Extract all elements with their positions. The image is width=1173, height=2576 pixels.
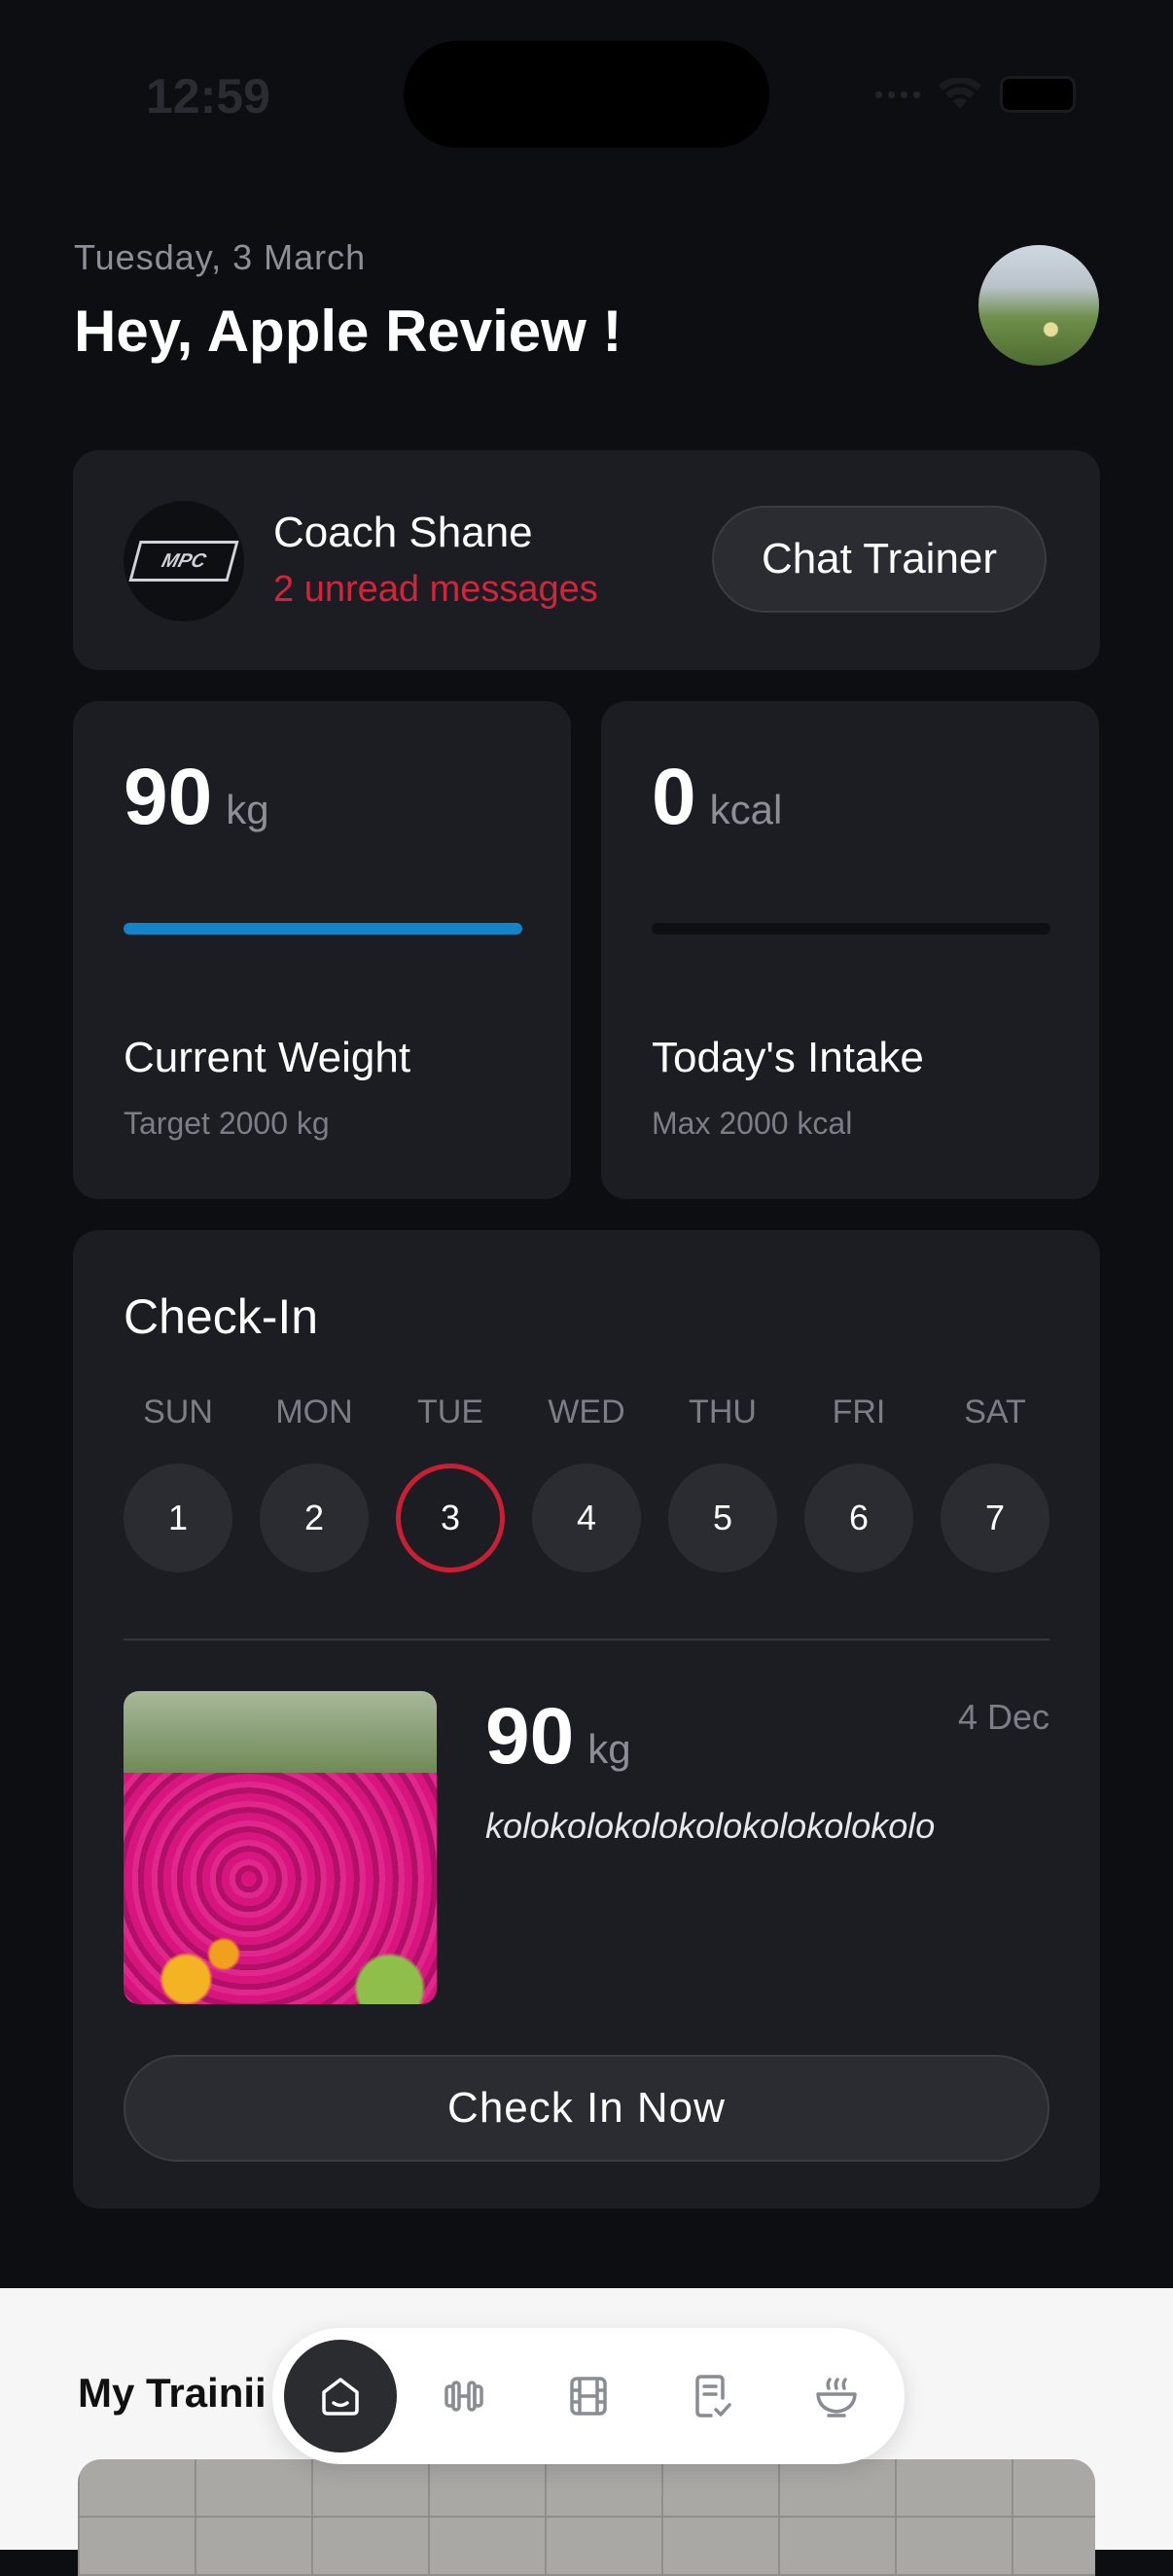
unread-messages: 2 unread messages [273, 569, 598, 610]
day-name: WED [548, 1394, 625, 1430]
intake-label: Today's Intake [652, 1034, 924, 1081]
weight-label: Current Weight [124, 1034, 411, 1081]
day-fri: FRI 6 [804, 1394, 913, 1572]
entry-weight-unit: kg [587, 1726, 631, 1772]
checkin-title: Check-In [124, 1289, 319, 1344]
wifi-icon [939, 78, 981, 109]
day-name: TUE [417, 1394, 483, 1430]
dynamic-island [404, 41, 769, 148]
checkin-card: Check-In SUN 1 MON 2 TUE 3 WED 4 THU 5 F… [73, 1230, 1100, 2208]
training-title: My Trainii [78, 2370, 267, 2416]
day-name: SUN [143, 1394, 213, 1430]
day-tue: TUE 3 [396, 1394, 505, 1572]
checklist-icon [694, 2375, 731, 2417]
header-date: Tuesday, 3 March [74, 237, 367, 277]
day-sun: SUN 1 [124, 1394, 232, 1572]
intake-max: Max 2000 kcal [652, 1106, 853, 1141]
page-title: Hey, Apple Review ! [74, 299, 622, 364]
week-calendar: SUN 1 MON 2 TUE 3 WED 4 THU 5 FRI 6 SAT … [124, 1394, 1049, 1572]
current-weight-card[interactable]: 90 kg Current Weight Target 2000 kg [73, 701, 571, 1199]
day-button[interactable]: 4 [532, 1464, 641, 1572]
day-name: THU [689, 1394, 757, 1430]
coach-card: MPC Coach Shane 2 unread messages Chat T… [73, 450, 1100, 670]
weight-progress-bar [124, 923, 522, 935]
chat-trainer-button[interactable]: Chat Trainer [712, 506, 1047, 613]
intake-value: 0 kcal [652, 752, 782, 843]
entry-weight-number: 90 [485, 1692, 575, 1781]
day-button-today[interactable]: 3 [396, 1464, 505, 1572]
tab-home[interactable] [284, 2340, 397, 2452]
checkin-entry-date: 4 Dec [957, 1697, 1049, 1737]
training-image[interactable] [78, 2459, 1095, 2576]
day-name: MON [275, 1394, 353, 1430]
film-icon [570, 2377, 607, 2416]
home-icon [322, 2378, 359, 2416]
tab-bar [272, 2328, 905, 2464]
tab-checklist[interactable] [657, 2340, 769, 2452]
tab-videos[interactable] [532, 2340, 645, 2452]
weight-progress-fill [124, 923, 522, 935]
divider [124, 1639, 1049, 1641]
day-sat: SAT 7 [941, 1394, 1049, 1572]
status-icons [875, 76, 1076, 113]
intake-number: 0 [652, 753, 696, 841]
coach-logo: MPC [124, 501, 244, 621]
day-button[interactable]: 6 [804, 1464, 913, 1572]
day-button[interactable]: 1 [124, 1464, 232, 1572]
day-wed: WED 4 [532, 1394, 641, 1572]
day-mon: MON 2 [260, 1394, 369, 1572]
signal-icon [875, 90, 920, 98]
day-button[interactable]: 5 [668, 1464, 777, 1572]
status-bar: 12:59 [0, 0, 1173, 194]
tab-workouts[interactable] [409, 2340, 521, 2452]
intake-unit: kcal [709, 787, 783, 832]
weight-target: Target 2000 kg [124, 1106, 330, 1141]
checkin-entry-weight: 90 kg [485, 1691, 631, 1782]
dumbbell-icon [444, 2381, 484, 2412]
day-button[interactable]: 7 [941, 1464, 1049, 1572]
weight-unit: kg [226, 787, 269, 832]
todays-intake-card[interactable]: 0 kcal Today's Intake Max 2000 kcal [601, 701, 1099, 1199]
day-name: SAT [964, 1394, 1026, 1430]
intake-progress-bar [652, 923, 1050, 935]
weight-number: 90 [124, 753, 213, 841]
checkin-entry-note: kolokolokolokolokolokolokolo [485, 1806, 936, 1846]
coach-name: Coach Shane [273, 509, 533, 556]
day-button[interactable]: 2 [260, 1464, 369, 1572]
coach-logo-text: MPC [128, 541, 239, 582]
check-in-now-button[interactable]: Check In Now [124, 2055, 1049, 2162]
day-thu: THU 5 [668, 1394, 777, 1572]
day-name: FRI [832, 1394, 886, 1430]
photo-foliage [124, 1691, 437, 1773]
weight-value: 90 kg [124, 752, 269, 843]
status-time: 12:59 [146, 69, 270, 124]
tab-nutrition[interactable] [780, 2340, 893, 2452]
battery-icon [1000, 76, 1076, 113]
bowl-icon [816, 2378, 857, 2417]
checkin-photo[interactable] [124, 1691, 437, 2004]
avatar[interactable] [978, 245, 1099, 366]
